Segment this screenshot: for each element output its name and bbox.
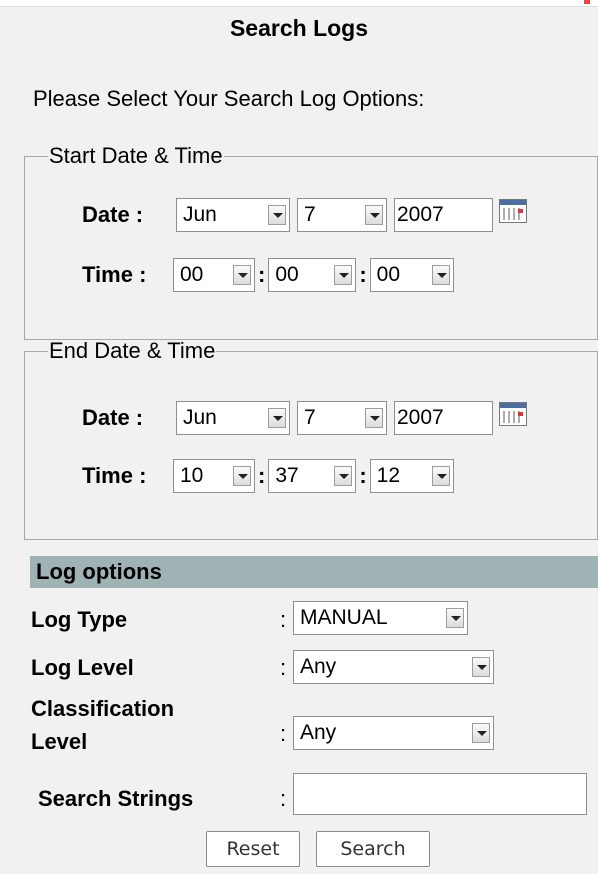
search-strings-separator: : [280, 786, 287, 811]
end-time-row: Time : 10 : 37 : 12 [82, 459, 454, 493]
log-level-value: Any [300, 655, 337, 678]
chevron-down-icon[interactable] [446, 608, 464, 628]
reset-button[interactable]: Reset [206, 831, 300, 867]
end-hour-select[interactable]: 10 [173, 459, 255, 493]
chevron-down-icon[interactable] [233, 265, 251, 285]
end-second-value: 12 [376, 464, 401, 487]
start-hour-select[interactable]: 00 [173, 258, 255, 292]
chevron-down-icon[interactable] [472, 657, 490, 677]
log-type-separator: : [280, 607, 287, 632]
chevron-down-icon[interactable] [268, 408, 286, 428]
end-time-label: Time : [82, 463, 147, 488]
calendar-icon[interactable] [499, 199, 527, 223]
chevron-down-icon[interactable] [431, 265, 450, 285]
start-second-value: 00 [376, 263, 401, 286]
end-month-value: Jun [183, 406, 217, 429]
start-hour-value: 00 [180, 263, 204, 286]
log-options-header: Log options [30, 556, 598, 588]
chevron-down-icon[interactable] [268, 205, 286, 225]
start-day-value: 7 [304, 203, 316, 226]
page-title: Search Logs [229, 15, 369, 41]
chevron-down-icon[interactable] [472, 723, 490, 743]
end-minute-select[interactable]: 37 [268, 459, 357, 493]
classification-level-value: Any [300, 721, 337, 744]
log-level-label: Log Level [31, 655, 134, 680]
chevron-down-icon[interactable] [365, 205, 383, 225]
search-strings-input[interactable] [293, 773, 587, 815]
time-separator: : [258, 463, 266, 488]
time-separator: : [258, 262, 266, 287]
search-strings-label: Search Strings [38, 786, 194, 811]
classification-label-line2: Level [31, 729, 88, 754]
end-year-field[interactable]: 2007 [394, 401, 493, 435]
log-level-separator: : [280, 655, 287, 680]
end-day-value: 7 [304, 406, 316, 429]
start-year-value: 2007 [397, 203, 444, 226]
chevron-down-icon[interactable] [233, 466, 251, 486]
instruction-text: Please Select Your Search Log Options: [33, 86, 425, 111]
chevron-down-icon[interactable] [431, 466, 450, 486]
classification-level-label: Classification Level [31, 696, 271, 754]
classification-level-select[interactable]: Any [293, 716, 494, 750]
end-year-value: 2007 [397, 406, 444, 429]
start-month-select[interactable]: Jun [176, 198, 290, 232]
start-time-row: Time : 00 : 00 : 00 [82, 258, 454, 292]
log-type-value: MANUAL [300, 606, 388, 629]
window-top-strip [0, 0, 598, 7]
end-datetime-legend: End Date & Time [49, 338, 216, 363]
start-time-label: Time : [82, 262, 147, 287]
start-date-label: Date : [82, 202, 144, 227]
start-day-select[interactable]: 7 [297, 198, 387, 232]
start-datetime-group: Start Date & Time [24, 145, 598, 340]
chevron-down-icon[interactable] [334, 265, 353, 285]
start-second-select[interactable]: 00 [369, 258, 454, 292]
calendar-icon[interactable] [499, 402, 527, 426]
end-month-select[interactable]: Jun [176, 401, 290, 435]
chevron-down-icon[interactable] [334, 466, 353, 486]
end-datetime-group: End Date & Time [24, 340, 598, 540]
end-second-select[interactable]: 12 [369, 459, 454, 493]
end-day-select[interactable]: 7 [297, 401, 387, 435]
start-year-field[interactable]: 2007 [394, 198, 493, 232]
start-date-row: Date : Jun 7 2007 [82, 198, 527, 232]
log-level-select[interactable]: Any [293, 650, 494, 684]
log-type-select[interactable]: MANUAL [293, 601, 468, 635]
end-minute-value: 37 [275, 464, 299, 487]
close-mark-icon [584, 0, 590, 4]
end-date-label: Date : [82, 405, 144, 430]
end-date-row: Date : Jun 7 2007 [82, 401, 527, 435]
classification-label-line1: Classification [31, 696, 175, 721]
search-button[interactable]: Search [316, 831, 430, 867]
end-hour-value: 10 [180, 464, 204, 487]
start-minute-value: 00 [275, 263, 299, 286]
start-month-value: Jun [183, 203, 217, 226]
time-separator: : [359, 262, 367, 287]
chevron-down-icon[interactable] [365, 408, 383, 428]
classification-separator: : [280, 721, 287, 746]
time-separator: : [359, 463, 367, 488]
log-type-label: Log Type [31, 607, 128, 632]
start-minute-select[interactable]: 00 [268, 258, 357, 292]
start-datetime-legend: Start Date & Time [49, 143, 223, 168]
